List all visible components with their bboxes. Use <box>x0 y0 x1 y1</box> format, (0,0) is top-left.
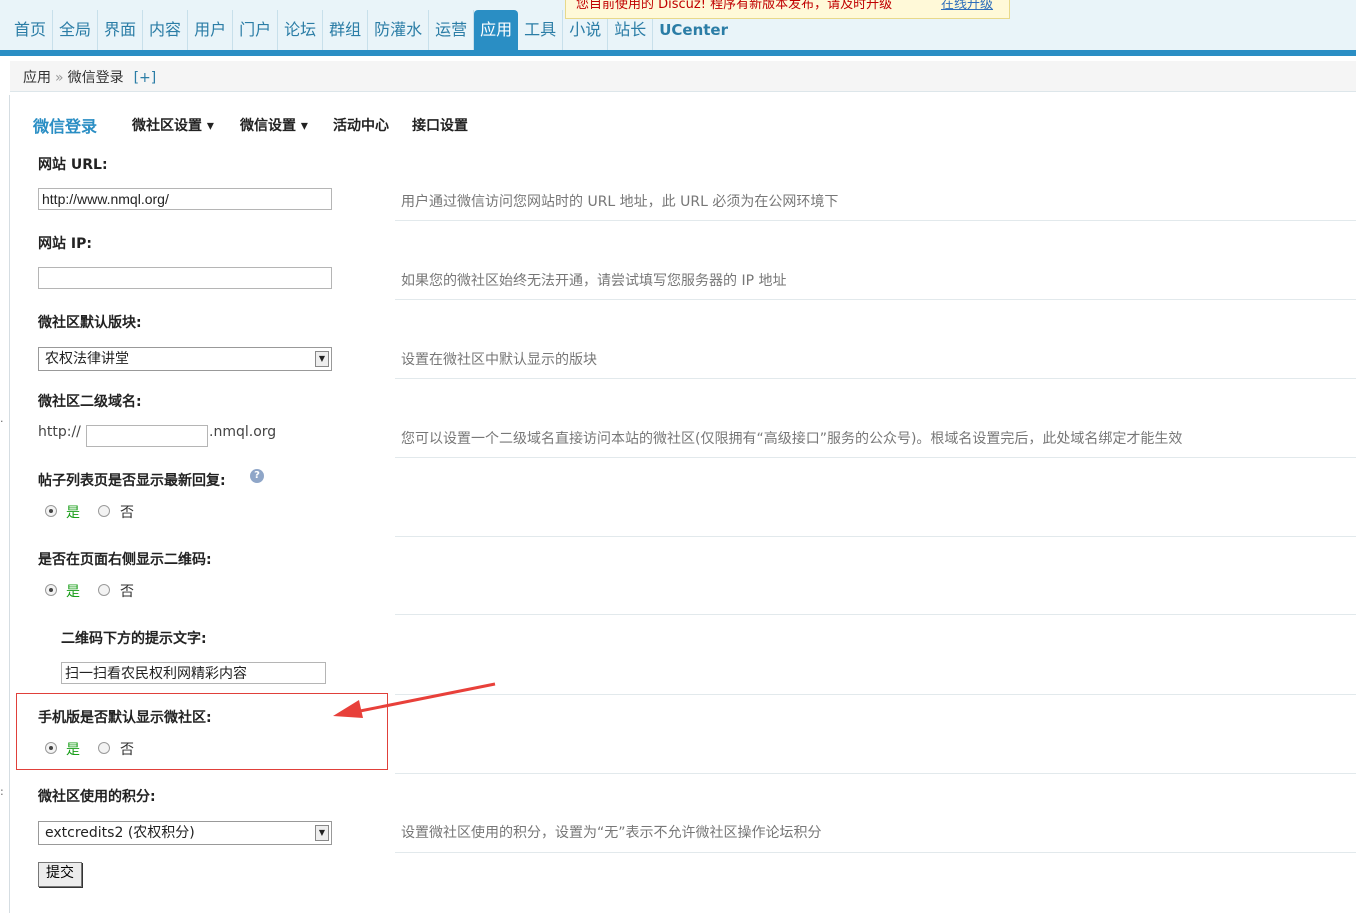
site-url-description: 用户通过微信访问您网站时的 URL 地址，此 URL 必须为在公网环境下 <box>401 194 839 210</box>
default-board-value: 农权法律讲堂 <box>45 351 129 367</box>
update-notice-message: 您目前使用的 Discuz! 程序有新版本发布，请及时升级 <box>576 0 893 12</box>
breadcrumb-separator: » <box>55 70 64 86</box>
breadcrumb-trail: 应用» 微信登录 [+] <box>23 67 156 87</box>
credits-value: extcredits2 (农权积分) <box>45 825 195 841</box>
divider <box>395 852 1356 853</box>
add-shortcut-button[interactable]: [+] <box>134 70 157 86</box>
divider <box>395 378 1356 379</box>
tab-api-settings[interactable]: 接口设置 <box>412 115 468 135</box>
site-url-label: 网站 URL: <box>38 157 108 173</box>
subdomain-description: 您可以设置一个二级域名直接访问本站的微社区(仅限拥有“高级接口”服务的公众号)。… <box>401 431 1183 447</box>
tab-activity-center[interactable]: 活动中心 <box>333 115 389 135</box>
nav-item-users[interactable]: 用户 <box>188 10 234 50</box>
nav-item-portal[interactable]: 门户 <box>233 10 279 50</box>
subdomain-prefix: http:// <box>38 424 81 440</box>
divider <box>395 299 1356 300</box>
annotation-arrow-icon <box>333 682 496 718</box>
default-board-select[interactable]: 农权法律讲堂 ▼ <box>38 347 332 371</box>
show-qrcode-no-radio[interactable] <box>98 584 110 596</box>
default-board-description: 设置在微社区中默认显示的版块 <box>401 352 597 368</box>
update-notice: 您目前使用的 Discuz! 程序有新版本发布，请及时升级 在线升级 <box>565 0 1010 19</box>
latest-reply-yes-radio[interactable] <box>45 505 57 517</box>
default-board-label: 微社区默认版块: <box>38 315 142 331</box>
subdomain-input[interactable] <box>86 425 208 447</box>
qrcode-tip-label: 二维码下方的提示文字: <box>61 631 207 647</box>
show-qrcode-label: 是否在页面右侧显示二维码: <box>38 552 212 568</box>
help-icon[interactable]: ? <box>250 469 264 483</box>
submit-button[interactable]: 提交 <box>38 862 82 887</box>
show-qrcode-no-label[interactable]: 否 <box>120 581 134 601</box>
left-edge-mark: . <box>0 412 4 425</box>
credits-select[interactable]: extcredits2 (农权积分) ▼ <box>38 821 332 845</box>
subdomain-label: 微社区二级域名: <box>38 394 142 410</box>
divider <box>395 773 1356 774</box>
nav-item-apps[interactable]: 应用 <box>474 10 519 50</box>
divider <box>395 457 1356 458</box>
divider <box>395 536 1356 537</box>
divider <box>395 614 1356 615</box>
nav-item-groups[interactable]: 群组 <box>323 10 369 50</box>
nav-underline <box>0 50 1356 56</box>
site-ip-input[interactable] <box>38 267 332 289</box>
breadcrumb-parent[interactable]: 应用 <box>23 70 51 86</box>
latest-reply-no-radio[interactable] <box>98 505 110 517</box>
breadcrumb: 应用» 微信登录 [+] <box>10 61 1356 92</box>
site-ip-description: 如果您的微社区始终无法开通，请尝试填写您服务器的 IP 地址 <box>401 273 787 289</box>
nav-item-forum[interactable]: 论坛 <box>278 10 324 50</box>
dropdown-arrow-icon: ▼ <box>315 825 329 841</box>
site-url-input[interactable]: http://www.nmql.org/ <box>38 188 332 210</box>
dropdown-arrow-icon: ▼ <box>315 351 329 367</box>
online-upgrade-link[interactable]: 在线升级 <box>941 0 993 16</box>
nav-item-global[interactable]: 全局 <box>53 10 99 50</box>
nav-item-interface[interactable]: 界面 <box>98 10 144 50</box>
latest-reply-yes-label[interactable]: 是 <box>66 502 80 522</box>
content-left-border <box>9 95 10 913</box>
tab-community-settings[interactable]: 微社区设置 ▾ <box>132 115 214 135</box>
nav-item-tools[interactable]: 工具 <box>518 10 564 50</box>
site-ip-label: 网站 IP: <box>38 236 92 252</box>
tab-wechat-settings[interactable]: 微信设置 ▾ <box>240 115 308 135</box>
show-qrcode-yes-label[interactable]: 是 <box>66 581 80 601</box>
nav-item-home[interactable]: 首页 <box>8 10 54 50</box>
latest-reply-no-label[interactable]: 否 <box>120 502 134 522</box>
credits-label: 微社区使用的积分: <box>38 789 156 805</box>
divider <box>395 220 1356 221</box>
nav-item-antispam[interactable]: 防灌水 <box>368 10 430 50</box>
divider <box>395 694 1356 695</box>
latest-reply-label: 帖子列表页是否显示最新回复: <box>38 473 226 489</box>
nav-item-content[interactable]: 内容 <box>143 10 189 50</box>
annotation-arrow-head <box>333 700 363 718</box>
show-qrcode-yes-radio[interactable] <box>45 584 57 596</box>
nav-item-operations[interactable]: 运营 <box>429 10 475 50</box>
qrcode-tip-input[interactable]: 扫一扫看农民权利网精彩内容 <box>61 662 326 684</box>
subdomain-suffix: .nmql.org <box>209 424 277 440</box>
left-edge-mark: : <box>0 785 4 798</box>
breadcrumb-current: 微信登录 <box>67 70 124 86</box>
page-title: 微信登录 <box>33 117 98 136</box>
credits-description: 设置微社区使用的积分，设置为“无”表示不允许微社区操作论坛积分 <box>401 825 822 841</box>
annotation-arrow-shaft <box>354 682 496 714</box>
